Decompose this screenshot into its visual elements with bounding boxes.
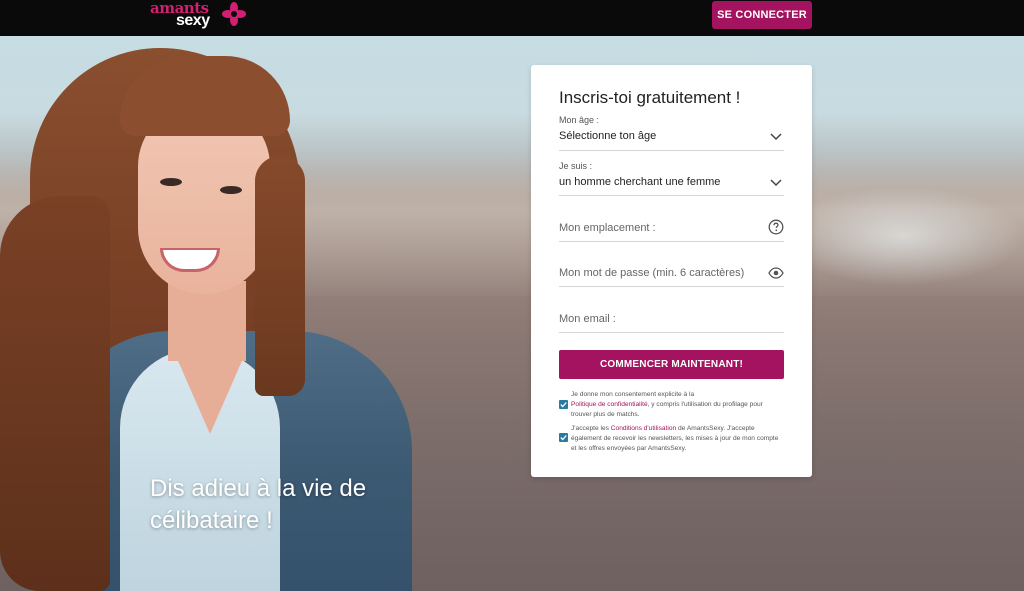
eye: [160, 178, 182, 186]
eye: [220, 186, 242, 194]
chevron-down-icon: [770, 133, 782, 141]
consent-text: J'accepte les: [571, 425, 609, 432]
terms-consent-text: J'accepte les Conditions d'utilisation d…: [571, 424, 784, 454]
tagline-line: célibataire !: [150, 507, 273, 534]
password-placeholder: Mon mot de passe (min. 6 caractères): [559, 267, 745, 279]
privacy-policy-link[interactable]: Politique de confidentialité: [571, 401, 648, 408]
age-select[interactable]: Mon âge : Sélectionne ton âge: [559, 115, 784, 151]
collar: [175, 354, 245, 434]
check-icon: [560, 402, 567, 408]
help-circle-icon[interactable]: [768, 219, 784, 235]
logo-text-sexy: sexy: [176, 12, 210, 29]
consent-text: Je donne mon consentement explicite à la: [571, 391, 695, 398]
location-input[interactable]: Mon emplacement :: [559, 217, 784, 242]
gender-label: Je suis :: [559, 161, 593, 171]
flower-icon: [222, 2, 246, 26]
signup-card: Inscris-toi gratuitement ! Mon âge : Sél…: [531, 65, 812, 477]
age-value: Sélectionne ton âge: [559, 130, 657, 142]
gender-value: un homme cherchant une femme: [559, 176, 721, 188]
tagline-line: Dis adieu à la vie de: [150, 475, 367, 502]
email-input[interactable]: Mon email :: [559, 308, 784, 333]
age-label: Mon âge :: [559, 115, 600, 125]
terms-link[interactable]: Conditions d'utilisation: [611, 425, 676, 432]
privacy-consent-text: Je donne mon consentement explicite à la…: [571, 390, 784, 420]
privacy-consent: Je donne mon consentement explicite à la…: [559, 390, 784, 422]
email-placeholder: Mon email :: [559, 313, 616, 325]
start-now-button[interactable]: COMMENCER MAINTENANT!: [559, 350, 784, 379]
hair-front: [120, 56, 290, 136]
location-placeholder: Mon emplacement :: [559, 222, 656, 234]
top-bar: amants sexy SE CONNECTER: [0, 0, 1024, 36]
background-water-glint: [780, 186, 1024, 286]
signup-title: Inscris-toi gratuitement !: [559, 88, 741, 107]
logo[interactable]: amants sexy: [150, 0, 250, 30]
login-button[interactable]: SE CONNECTER: [712, 1, 812, 29]
privacy-checkbox[interactable]: [559, 400, 568, 409]
terms-consent: J'accepte les Conditions d'utilisation d…: [559, 424, 784, 456]
hair-strand: [255, 156, 305, 396]
hero-tagline: Dis adieu à la vie de célibataire !: [150, 473, 450, 537]
eye-icon[interactable]: [768, 265, 784, 281]
chevron-down-icon: [770, 179, 782, 187]
terms-checkbox[interactable]: [559, 433, 568, 442]
gender-select[interactable]: Je suis : un homme cherchant une femme: [559, 161, 784, 196]
hair-strand: [0, 196, 110, 591]
check-icon: [560, 435, 567, 441]
password-input[interactable]: Mon mot de passe (min. 6 caractères): [559, 262, 784, 287]
